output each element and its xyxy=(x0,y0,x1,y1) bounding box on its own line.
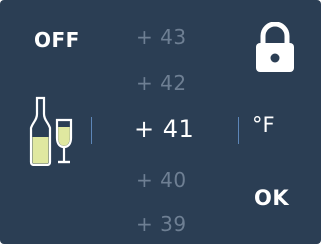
temperature-option[interactable]: + 39 xyxy=(136,212,206,236)
temperature-option[interactable]: + 42 xyxy=(136,71,206,95)
off-button[interactable]: OFF xyxy=(34,28,80,52)
lock-icon[interactable] xyxy=(253,22,297,74)
temperature-option[interactable]: + 40 xyxy=(136,168,206,192)
control-panel: OFF + 43 + 42 + 41 + 40 + 39 °F OK xyxy=(0,0,321,244)
unit-toggle[interactable]: °F xyxy=(252,113,275,137)
left-separator xyxy=(91,117,92,144)
temperature-option[interactable]: + 43 xyxy=(136,25,206,49)
ok-button[interactable]: OK xyxy=(254,186,289,210)
right-separator xyxy=(238,117,239,144)
selected-temperature[interactable]: + 41 xyxy=(134,115,204,143)
wine-bottle-glass-icon xyxy=(29,96,73,166)
